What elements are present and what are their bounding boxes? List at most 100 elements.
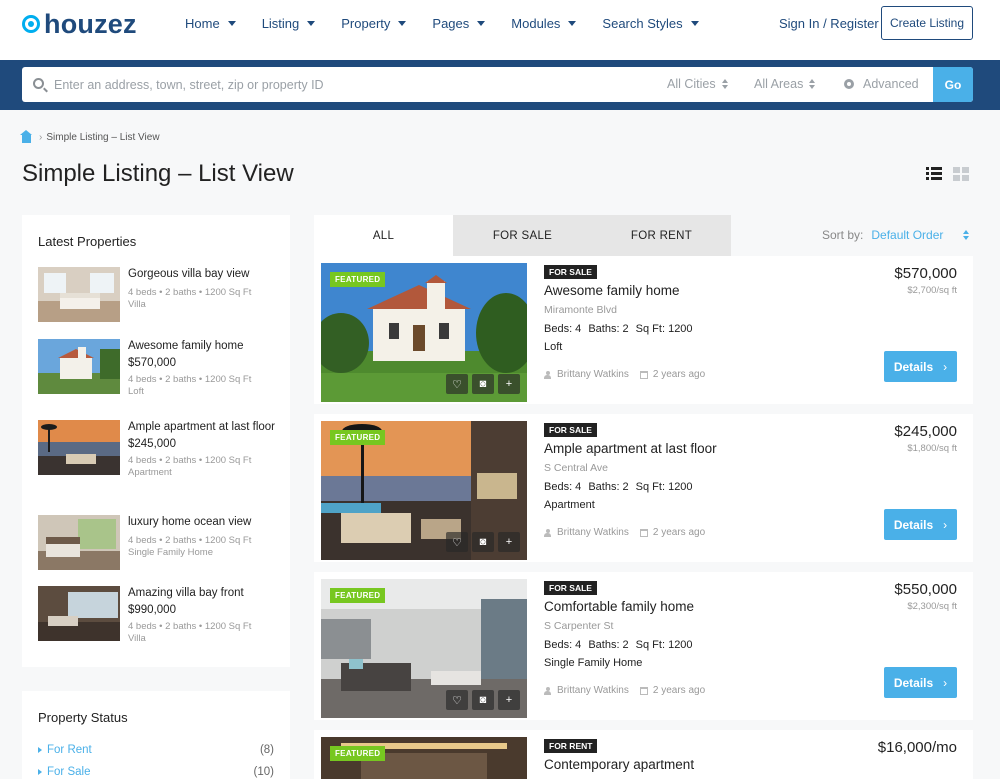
tab-for-rent[interactable]: FOR RENT bbox=[592, 215, 731, 256]
latest-property-item[interactable]: Ample apartment at last floor $245,000 4… bbox=[38, 420, 278, 479]
chevron-down-icon bbox=[307, 21, 316, 26]
chevron-down-icon bbox=[227, 21, 236, 26]
sqft: Sq Ft: 1200 bbox=[635, 639, 693, 651]
latest-property-meta: 4 beds • 2 baths • 1200 Sq Ft Loft bbox=[128, 374, 278, 398]
nav-search-styles[interactable]: Search Styles bbox=[602, 16, 699, 31]
latest-property-item[interactable]: Amazing villa bay front $990,000 4 beds … bbox=[38, 586, 278, 644]
camera-icon[interactable]: ◙ bbox=[472, 374, 494, 394]
agent-name[interactable]: Brittany Watkins bbox=[557, 369, 629, 380]
latest-property-info: Ample apartment at last floor $245,000 4… bbox=[128, 420, 278, 479]
listing-specs: Beds: 4 Baths: 2 Sq Ft: 1200 bbox=[544, 323, 700, 335]
latest-property-title[interactable]: Ample apartment at last floor bbox=[128, 420, 278, 434]
listing-address: S Central Ave bbox=[544, 462, 609, 474]
listing-card: FEATURED FOR RENT Contemporary apartment… bbox=[314, 730, 973, 779]
grid-view-icon[interactable] bbox=[953, 167, 969, 181]
breadcrumb-separator: › bbox=[39, 132, 43, 143]
list-view-icon[interactable] bbox=[926, 167, 942, 181]
plus-icon[interactable]: + bbox=[498, 374, 520, 394]
latest-property-info: Gorgeous villa bay view 4 beds • 2 baths… bbox=[128, 267, 278, 311]
gear-icon bbox=[844, 79, 854, 89]
user-icon bbox=[544, 528, 551, 537]
nav-listing[interactable]: Listing bbox=[262, 16, 316, 31]
page-title: Simple Listing – List View bbox=[22, 160, 294, 187]
details-button[interactable]: Details › bbox=[884, 667, 957, 698]
listing-card: FEATURED ♡ ◙ + FOR SALE Awesome family h… bbox=[314, 256, 973, 404]
latest-property-title[interactable]: luxury home ocean view bbox=[128, 515, 278, 529]
property-thumbnail[interactable] bbox=[38, 515, 120, 570]
latest-property-title[interactable]: Amazing villa bay front bbox=[128, 586, 278, 600]
listing-price: $16,000/mo bbox=[877, 739, 957, 756]
listing-title[interactable]: Ample apartment at last floor bbox=[544, 441, 717, 456]
nav-home[interactable]: Home bbox=[185, 16, 236, 31]
photo-actions: ♡ ◙ + bbox=[446, 532, 520, 552]
listing-tabs: ALL FOR SALE FOR RENT bbox=[314, 215, 731, 256]
property-thumbnail[interactable] bbox=[38, 420, 120, 475]
listing-type: Loft bbox=[544, 341, 563, 353]
plus-icon[interactable]: + bbox=[498, 532, 520, 552]
sort-value[interactable]: Default Order bbox=[871, 228, 943, 242]
status-item-for-sale[interactable]: For Sale (10) bbox=[38, 766, 274, 778]
listing-title[interactable]: Comfortable family home bbox=[544, 599, 694, 614]
cities-select[interactable]: All Cities bbox=[667, 77, 728, 91]
create-listing-button[interactable]: Create Listing bbox=[881, 6, 973, 40]
favorite-heart-icon[interactable]: ♡ bbox=[446, 374, 468, 394]
plus-icon[interactable]: + bbox=[498, 690, 520, 710]
site-logo[interactable]: houzez bbox=[22, 8, 137, 39]
details-label: Details bbox=[893, 359, 934, 374]
details-label: Details bbox=[893, 675, 934, 690]
favorite-heart-icon[interactable]: ♡ bbox=[446, 532, 468, 552]
status-label[interactable]: For Rent bbox=[38, 744, 92, 756]
nav-pages[interactable]: Pages bbox=[432, 16, 486, 31]
listing-photo[interactable]: FEATURED ♡ ◙ + bbox=[321, 263, 527, 402]
listing-photo[interactable]: FEATURED ♡ ◙ + bbox=[321, 579, 527, 718]
photo-actions: ♡ ◙ + bbox=[446, 690, 520, 710]
areas-select[interactable]: All Areas bbox=[754, 77, 816, 91]
listing-photo[interactable]: FEATURED ♡ ◙ + bbox=[321, 421, 527, 560]
listing-address: Miramonte Blvd bbox=[544, 304, 617, 316]
sort-arrows-icon bbox=[809, 79, 816, 89]
go-button[interactable]: Go bbox=[933, 67, 973, 102]
status-label[interactable]: For Sale bbox=[38, 766, 90, 778]
logo-text: houzez bbox=[44, 8, 137, 39]
status-badge: FOR RENT bbox=[544, 739, 598, 753]
camera-icon[interactable]: ◙ bbox=[472, 690, 494, 710]
agent-name[interactable]: Brittany Watkins bbox=[557, 527, 629, 538]
meta-type: Villa bbox=[128, 633, 146, 644]
search-input[interactable] bbox=[54, 67, 614, 102]
listing-date: 2 years ago bbox=[652, 369, 706, 380]
favorite-heart-icon[interactable]: ♡ bbox=[446, 690, 468, 710]
signin-link[interactable]: Sign In / Register bbox=[779, 16, 879, 31]
chevron-down-icon bbox=[477, 21, 486, 26]
home-icon[interactable] bbox=[20, 129, 32, 143]
details-button[interactable]: Details › bbox=[884, 509, 957, 540]
listing-title[interactable]: Contemporary apartment bbox=[544, 757, 694, 772]
property-thumbnail[interactable] bbox=[38, 586, 120, 641]
tab-for-sale[interactable]: FOR SALE bbox=[453, 215, 592, 256]
status-item-for-rent[interactable]: For Rent (8) bbox=[38, 744, 274, 756]
listing-title[interactable]: Awesome family home bbox=[544, 283, 680, 298]
beds: Beds: 4 bbox=[544, 639, 582, 651]
latest-property-item[interactable]: luxury home ocean view 4 beds • 2 baths … bbox=[38, 515, 278, 571]
advanced-search-button[interactable]: Advanced bbox=[844, 77, 919, 91]
property-thumbnail[interactable] bbox=[38, 267, 120, 322]
search-icon bbox=[33, 78, 44, 89]
details-button[interactable]: Details › bbox=[884, 351, 957, 382]
latest-property-title[interactable]: Gorgeous villa bay view bbox=[128, 267, 278, 281]
property-thumbnail[interactable] bbox=[38, 339, 120, 394]
latest-property-item[interactable]: Awesome family home $570,000 4 beds • 2 … bbox=[38, 339, 278, 398]
latest-property-item[interactable]: Gorgeous villa bay view 4 beds • 2 baths… bbox=[38, 267, 278, 323]
site-header: houzez Home Listing Property Pages Modul… bbox=[0, 0, 1000, 60]
price-per-sqft: $2,300/sq ft bbox=[907, 601, 957, 612]
photo-actions: ♡ ◙ + bbox=[446, 374, 520, 394]
latest-property-info: Awesome family home $570,000 4 beds • 2 … bbox=[128, 339, 278, 398]
user-icon bbox=[544, 370, 551, 379]
tab-all[interactable]: ALL bbox=[314, 215, 453, 256]
agent-name[interactable]: Brittany Watkins bbox=[557, 685, 629, 696]
sort-by[interactable]: Sort by: Default Order bbox=[822, 228, 970, 242]
camera-icon[interactable]: ◙ bbox=[472, 532, 494, 552]
latest-property-title[interactable]: Awesome family home bbox=[128, 339, 278, 353]
nav-modules[interactable]: Modules bbox=[511, 16, 577, 31]
nav-property[interactable]: Property bbox=[341, 16, 407, 31]
chevron-right-icon: › bbox=[943, 359, 948, 374]
listing-photo[interactable]: FEATURED bbox=[321, 737, 527, 779]
